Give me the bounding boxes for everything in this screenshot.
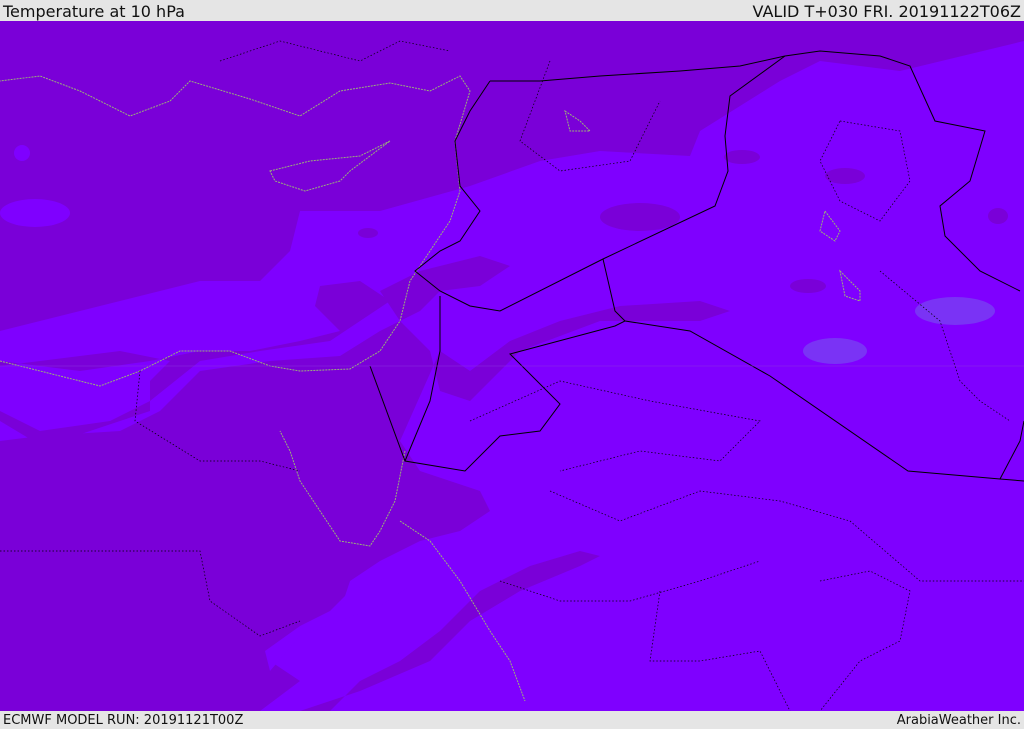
coldest-patch — [803, 338, 867, 364]
warm-patch — [988, 208, 1008, 224]
map-title: Temperature at 10 hPa — [3, 2, 185, 21]
warm-patch — [358, 228, 378, 238]
header-bar: Temperature at 10 hPa VALID T+030 FRI. 2… — [0, 0, 1024, 21]
footer-bar: ECMWF MODEL RUN: 20191121T00Z ArabiaWeat… — [0, 711, 1024, 729]
warm-patch — [724, 150, 760, 164]
credit: ArabiaWeather Inc. — [896, 713, 1021, 728]
valid-time: VALID T+030 FRI. 20191122T06Z — [752, 2, 1021, 21]
cold-patch — [14, 145, 30, 161]
model-run: ECMWF MODEL RUN: 20191121T00Z — [3, 713, 244, 728]
warm-patch — [825, 168, 865, 184]
temperature-map — [0, 21, 1024, 711]
warm-patch — [790, 279, 826, 293]
warm-patch — [600, 203, 680, 231]
coldest-patch — [915, 297, 995, 325]
cold-patch — [0, 199, 70, 227]
